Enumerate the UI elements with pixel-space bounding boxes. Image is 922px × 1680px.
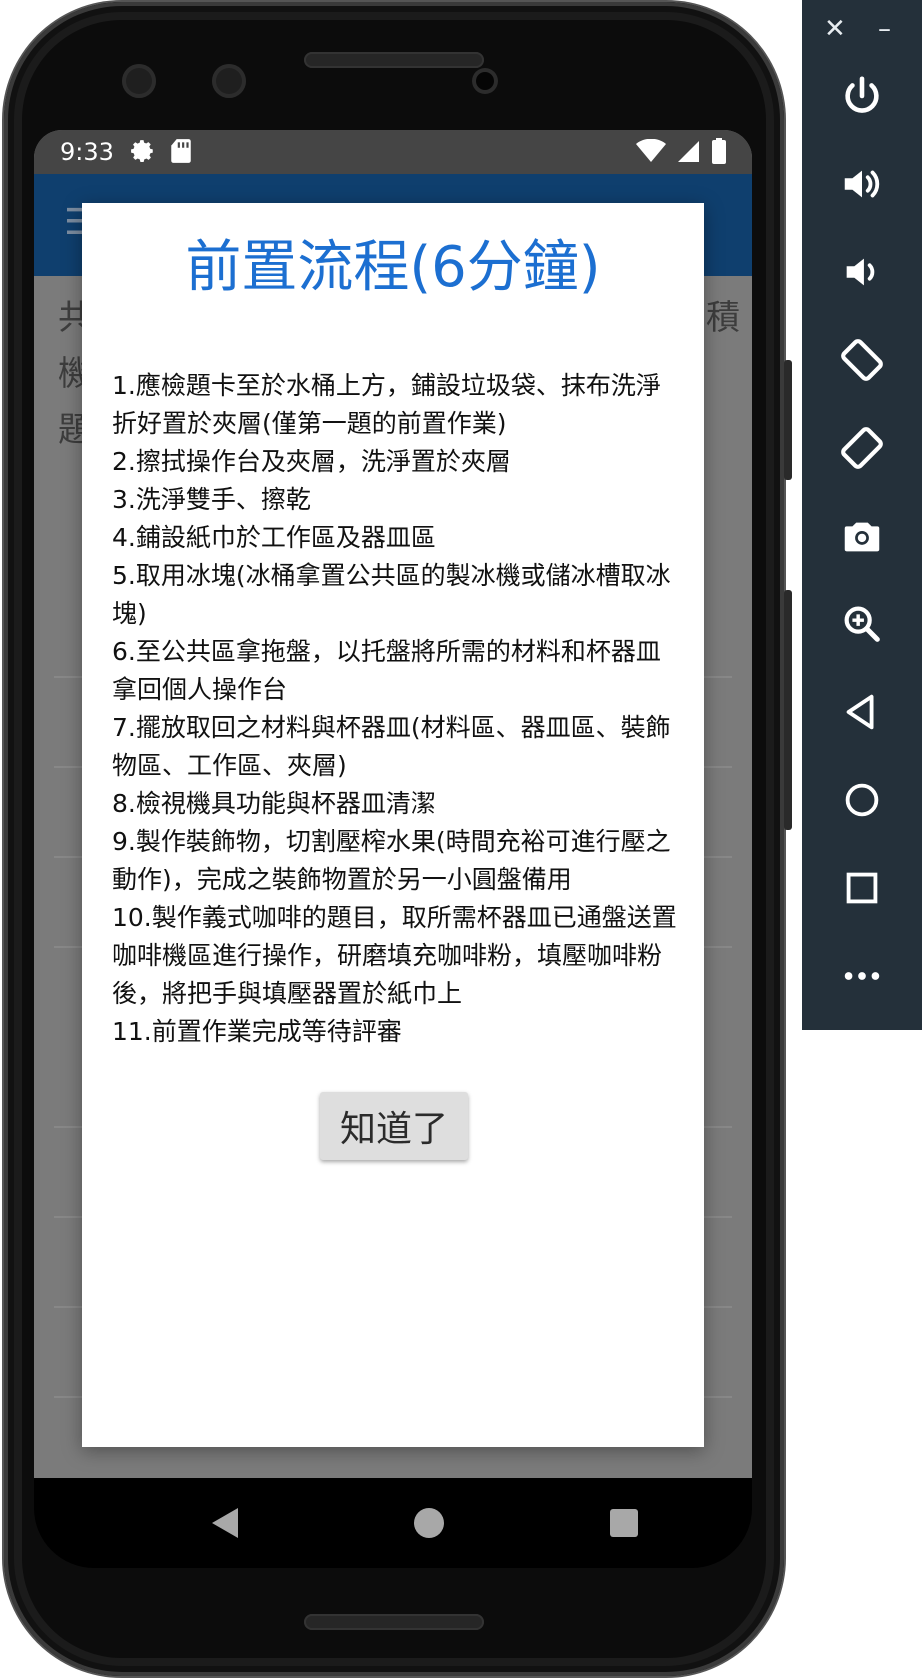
- volume-down-icon[interactable]: [832, 242, 892, 302]
- side-volume-key: [784, 590, 792, 830]
- nav-back-icon[interactable]: [212, 1508, 238, 1538]
- step-item: 2.擦拭操作台及夾層，洗淨置於夾層: [112, 447, 511, 476]
- signal-icon: [678, 139, 700, 169]
- gear-icon: [130, 138, 156, 170]
- home-icon[interactable]: [832, 770, 892, 830]
- emulator-toolbar: ✕ –: [802, 0, 922, 1030]
- step-item: 4.鋪設紙巾於工作區及器皿區: [112, 523, 436, 552]
- rotate-right-icon[interactable]: [832, 418, 892, 478]
- volume-up-icon[interactable]: [832, 154, 892, 214]
- emulator-window-controls: ✕ –: [802, 0, 922, 60]
- got-it-button[interactable]: 知道了: [320, 1092, 468, 1160]
- power-icon[interactable]: [832, 66, 892, 126]
- status-icons-left: [130, 138, 192, 170]
- procedure-dialog: 前置流程(6分鐘) 1.應檢題卡至於水桶上方，鋪設垃圾袋、抹布洗淨折好置於夾層(…: [82, 203, 704, 1447]
- dialog-title: 前置流程(6分鐘): [185, 235, 601, 300]
- wifi-icon: [636, 138, 666, 169]
- step-item: 11.前置作業完成等待評審: [112, 1017, 402, 1046]
- sd-card-icon: [170, 138, 192, 170]
- proximity-sensor-icon: [472, 68, 498, 94]
- more-icon[interactable]: [832, 946, 892, 1006]
- steps-list: 1.應檢題卡至於水桶上方，鋪設垃圾袋、抹布洗淨折好置於夾層(僅第一題的前置作業)…: [112, 367, 682, 1051]
- minimize-icon[interactable]: –: [878, 14, 891, 44]
- step-item: 9.製作裝飾物，切割壓榨水果(時間充裕可進行壓之動作)，完成之裝飾物置於另一小圓…: [112, 827, 671, 894]
- step-item: 10.製作義式咖啡的題目，取所需杯器皿已通盤送置咖啡機區進行操作，研磨填充咖啡粉…: [112, 903, 677, 1008]
- status-time: 9:33: [60, 138, 114, 166]
- step-item: 7.擺放取回之材料與杯器皿(材料區、器皿區、裝飾物區、工作區、夾層): [112, 713, 671, 780]
- background-text: 積: [706, 298, 740, 338]
- sensor-icon: [212, 64, 246, 98]
- step-item: 5.取用冰塊(冰桶拿置公共區的製冰機或儲冰槽取冰塊): [112, 561, 671, 628]
- nav-recents-icon[interactable]: [610, 1509, 638, 1537]
- step-item: 8.檢視機具功能與杯器皿清潔: [112, 789, 436, 818]
- status-bar: 9:33: [34, 130, 752, 174]
- nav-home-icon[interactable]: [414, 1508, 444, 1538]
- camera-icon[interactable]: [832, 506, 892, 566]
- battery-icon: [712, 138, 726, 170]
- rotate-left-icon[interactable]: [832, 330, 892, 390]
- step-item: 6.至公共區拿拖盤，以托盤將所需的材料和杯器皿拿回個人操作台: [112, 637, 661, 704]
- earpiece-speaker: [304, 52, 484, 68]
- bottom-speaker: [304, 1614, 484, 1630]
- status-icons-right: [636, 138, 726, 170]
- zoom-icon[interactable]: [832, 594, 892, 654]
- close-icon[interactable]: ✕: [824, 14, 846, 44]
- side-power-key: [784, 360, 792, 480]
- system-nav-bar: [34, 1478, 752, 1568]
- front-camera-icon: [122, 64, 156, 98]
- back-icon[interactable]: [832, 682, 892, 742]
- step-item: 1.應檢題卡至於水桶上方，鋪設垃圾袋、抹布洗淨折好置於夾層(僅第一題的前置作業): [112, 371, 661, 438]
- overview-icon[interactable]: [832, 858, 892, 918]
- step-item: 3.洗淨雙手、擦乾: [112, 485, 311, 514]
